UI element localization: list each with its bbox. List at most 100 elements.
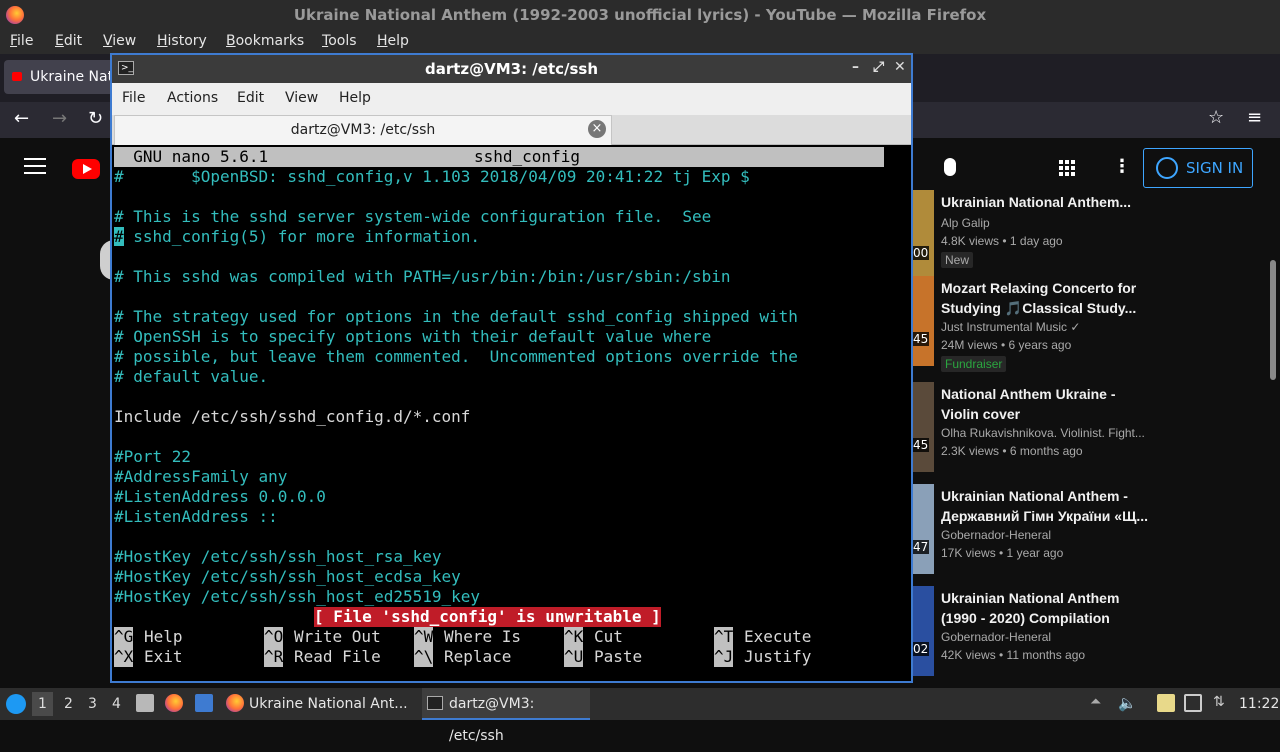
file-line: # This is the sshd server system-wide co…: [114, 207, 712, 226]
apps-grid-icon[interactable]: [1059, 160, 1075, 176]
workspace-2[interactable]: 2: [64, 696, 73, 712]
more-options-icon[interactable]: ⋮: [1113, 158, 1131, 176]
task-firefox-icon: [226, 694, 244, 712]
task-firefox[interactable]: Ukraine National Ant...: [249, 688, 408, 720]
video-title[interactable]: Mozart Relaxing Concerto for Studying 🎵C…: [941, 278, 1151, 318]
back-arrow-icon[interactable]: ←: [14, 108, 29, 129]
file-line: # OpenSSH is to specify options with the…: [114, 327, 712, 346]
video-duration: 45: [912, 438, 930, 452]
video-stats: 4.8K views • 1 day ago: [941, 234, 1063, 248]
video-stats: 42K views • 11 months ago: [941, 648, 1086, 662]
display-icon[interactable]: [1184, 694, 1202, 712]
workspace-1[interactable]: 1: [32, 692, 53, 716]
shortcut-label: Paste: [594, 647, 643, 666]
clipboard-icon[interactable]: [1157, 694, 1175, 712]
shortcut-label: Help: [144, 627, 183, 646]
terminal-tab[interactable]: dartz@VM3: /etc/ssh: [114, 115, 612, 145]
video-title[interactable]: National Anthem Ukraine - Violin cover: [941, 384, 1151, 424]
channel-name[interactable]: Gobernador-Heneral: [941, 528, 1151, 542]
workspace-4[interactable]: 4: [112, 696, 121, 712]
terminal-icon: >_: [118, 61, 134, 75]
workspace-3[interactable]: 3: [88, 696, 97, 712]
term-menu-help[interactable]: Help: [339, 90, 371, 106]
channel-name[interactable]: Alp Galip: [941, 216, 1151, 230]
shortcut-label: Cut: [594, 627, 623, 646]
video-stats: 17K views • 1 year ago: [941, 546, 1064, 560]
task-terminal-icon: [427, 696, 443, 710]
firefox-launcher-icon[interactable]: [165, 694, 183, 712]
terminal-menubar: File Actions Edit View Help: [112, 83, 911, 115]
term-menu-view[interactable]: View: [285, 90, 318, 106]
text-cursor: #: [114, 227, 124, 246]
nano-editor[interactable]: GNU nano 5.6.1 sshd_config # $OpenBSD: ss…: [114, 147, 909, 677]
file-line: # $OpenBSD: sshd_config,v 1.103 2018/04/…: [114, 167, 750, 186]
firefox-logo-icon: [6, 6, 24, 24]
nano-header: GNU nano 5.6.1 sshd_config: [114, 147, 884, 167]
video-thumbnail[interactable]: [912, 276, 934, 366]
forward-arrow-icon[interactable]: →: [52, 108, 67, 129]
video-stats: 24M views • 6 years ago: [941, 338, 1072, 352]
video-title[interactable]: Ukrainian National Anthem...: [941, 192, 1151, 212]
shortcut-key: ^X: [114, 647, 134, 667]
file-line: Include /etc/ssh/sshd_config.d/*.conf: [114, 407, 471, 426]
close-icon[interactable]: ✕: [894, 59, 906, 75]
shortcut-key: ^J: [714, 647, 734, 667]
tray-up-arrow-icon[interactable]: ⏶: [1090, 694, 1108, 712]
youtube-play-icon: [83, 164, 92, 174]
video-duration: 02: [912, 642, 930, 656]
file-manager-icon[interactable]: [136, 694, 154, 712]
video-badge: Fundraiser: [941, 356, 1007, 372]
tab-close-icon[interactable]: ×: [588, 120, 606, 138]
file-line: #Port 22: [114, 447, 192, 466]
shortcut-label: Read File: [294, 647, 381, 666]
term-menu-actions[interactable]: Actions: [167, 90, 218, 106]
file-line: #HostKey /etc/ssh/ssh_host_rsa_key: [114, 547, 442, 566]
shortcut-label: Write Out: [294, 627, 381, 646]
shortcut-label: Replace: [444, 647, 512, 666]
page-scrollbar[interactable]: [1270, 260, 1276, 380]
task-terminal[interactable]: dartz@VM3: /etc/ssh: [422, 688, 590, 744]
app-menu-icon[interactable]: ≡: [1247, 107, 1262, 128]
application-launcher-icon[interactable]: [6, 694, 26, 714]
volume-icon[interactable]: 🔈: [1118, 694, 1137, 712]
term-menu-edit[interactable]: Edit: [237, 90, 264, 106]
minimize-icon[interactable]: –: [852, 59, 859, 75]
file-line: #AddressFamily any: [114, 467, 288, 486]
network-icon[interactable]: ⇅: [1213, 694, 1231, 712]
file-line: #ListenAddress ::: [114, 507, 278, 526]
ff-menu-edit[interactable]: Edit: [55, 33, 82, 49]
channel-name[interactable]: Just Instrumental Music ✓: [941, 320, 1151, 334]
file-line: # possible, but leave them commented. Un…: [114, 347, 798, 366]
clock[interactable]: 11:22: [1239, 688, 1279, 720]
video-thumbnail[interactable]: [912, 190, 934, 280]
terminal-title-bar[interactable]: dartz@VM3: /etc/ssh: [112, 55, 911, 83]
desktop-icon[interactable]: [195, 694, 213, 712]
term-menu-file[interactable]: File: [122, 90, 145, 106]
channel-name[interactable]: Olha Rukavishnikova. Violinist. Fight...: [941, 426, 1151, 440]
video-thumbnail[interactable]: [912, 586, 934, 676]
file-line: # default value.: [114, 367, 269, 386]
file-line: #ListenAddress 0.0.0.0: [114, 487, 326, 506]
ff-menu-file[interactable]: File: [10, 33, 33, 49]
taskbar: 1 2 3 4 Ukraine National Ant... dartz@VM…: [0, 688, 1280, 744]
terminal-window: dartz@VM3: /etc/ssh >_ – ⤢ ✕ File Action…: [110, 53, 913, 683]
microphone-icon[interactable]: [944, 158, 956, 176]
nano-version: GNU nano 5.6.1: [114, 147, 269, 166]
maximize-icon[interactable]: ⤢: [873, 59, 884, 75]
ff-menu-history[interactable]: History: [157, 33, 207, 49]
video-thumbnail[interactable]: [912, 382, 934, 472]
shortcut-key: ^U: [564, 647, 584, 667]
ff-menu-bookmarks[interactable]: Bookmarks: [226, 33, 304, 49]
ff-menu-tools[interactable]: Tools: [322, 33, 357, 49]
hamburger-menu-icon[interactable]: [24, 158, 46, 176]
video-thumbnail[interactable]: [912, 484, 934, 574]
ff-menu-help[interactable]: Help: [377, 33, 409, 49]
channel-name[interactable]: Gobernador-Heneral: [941, 630, 1151, 644]
bookmark-star-icon[interactable]: ☆: [1208, 107, 1224, 128]
video-title[interactable]: Ukrainian National Anthem (1990 - 2020) …: [941, 588, 1151, 628]
ff-menu-view[interactable]: View: [103, 33, 136, 49]
file-line: # sshd_config(5) for more information.: [114, 227, 481, 246]
reload-icon[interactable]: ↻: [88, 108, 103, 129]
video-title[interactable]: Ukrainian National Anthem - Державний Гі…: [941, 486, 1151, 526]
file-line: #HostKey /etc/ssh/ssh_host_ed25519_key: [114, 587, 481, 606]
